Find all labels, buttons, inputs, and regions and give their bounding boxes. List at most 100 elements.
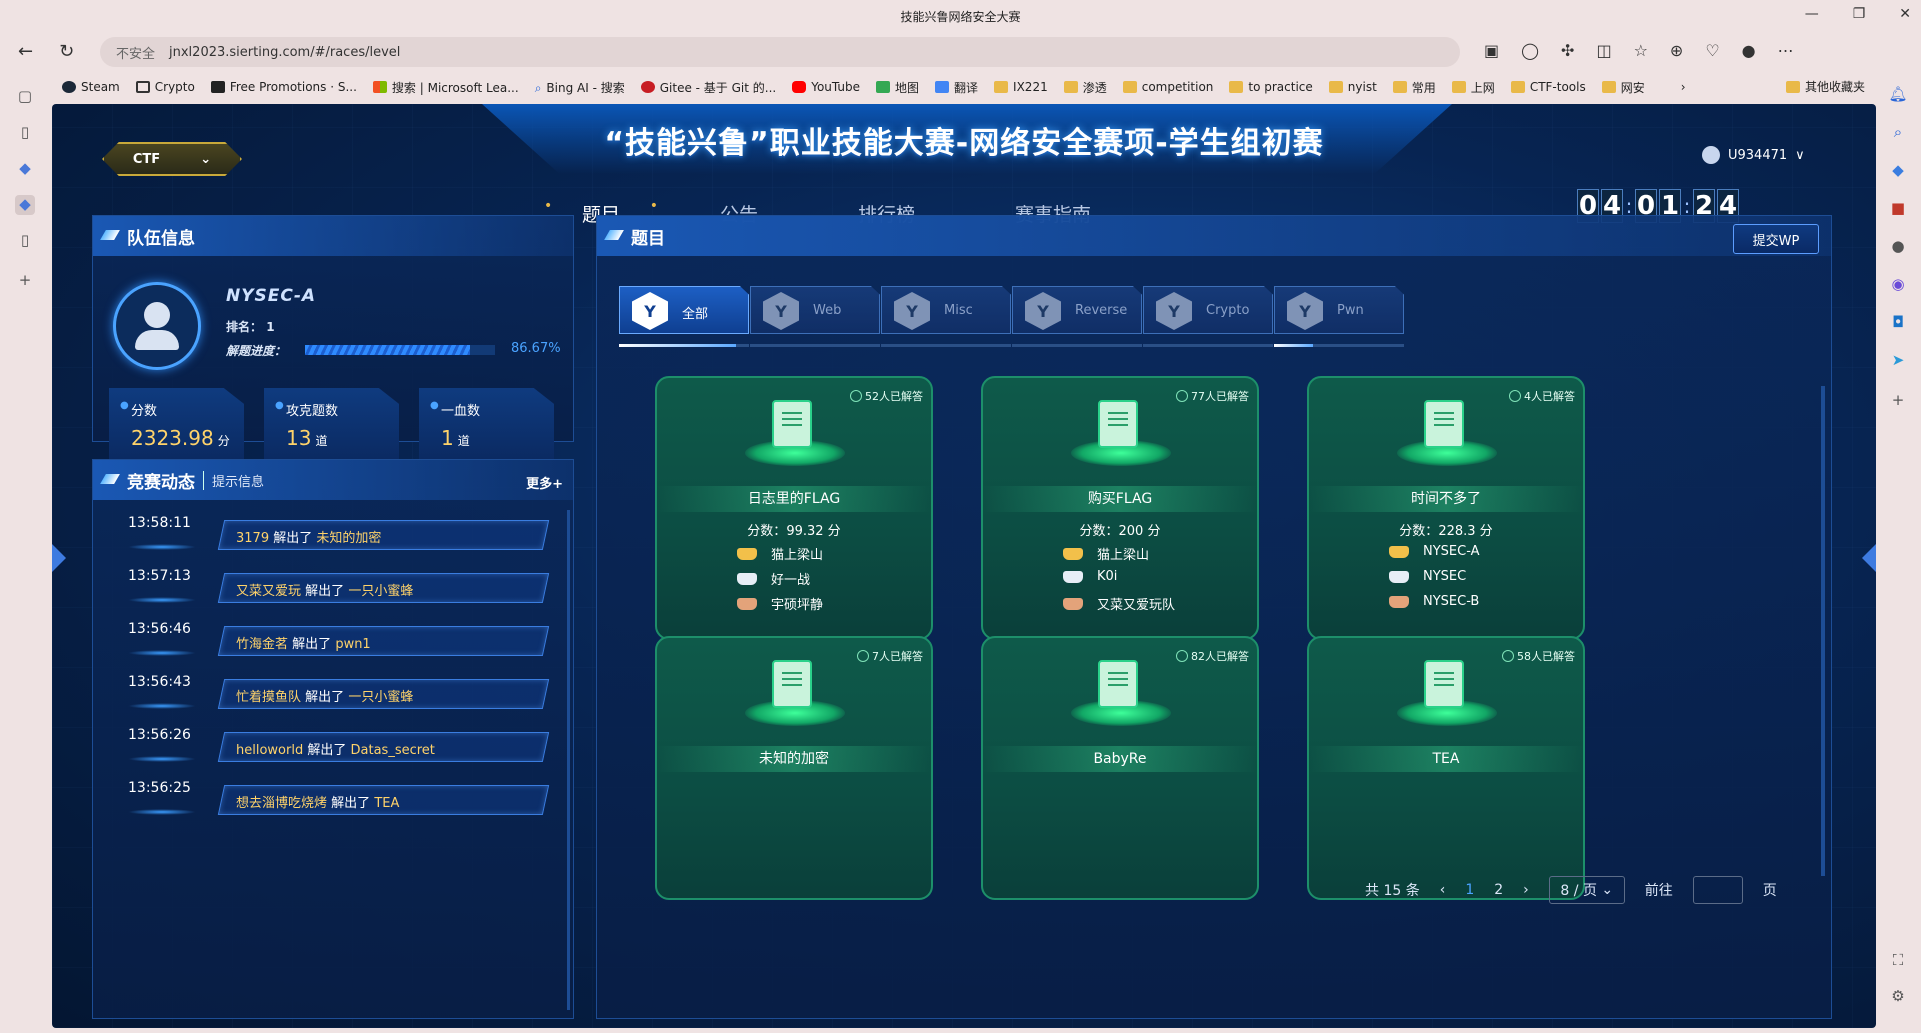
mode-dropdown[interactable]: CTF ⌄ [102, 142, 242, 176]
people-icon[interactable]: ● [1888, 237, 1908, 257]
url-text[interactable]: jnxl2023.sierting.com/#/races/level [169, 45, 400, 60]
other-bookmarks[interactable]: 其他收藏夹 [1785, 78, 1865, 95]
next-page-icon[interactable]: › [1523, 882, 1529, 898]
favorites-icon[interactable]: ☆ [1634, 41, 1648, 60]
category-tab-pwn[interactable]: Y Pwn [1274, 286, 1404, 334]
bookmark-folder[interactable]: 常用 [1392, 79, 1436, 96]
bookmark-item[interactable]: Gitee - 基于 Git 的... [640, 79, 776, 96]
chevron-right-icon[interactable]: › [1681, 80, 1686, 94]
tag-icon[interactable]: ◆ [1888, 161, 1908, 181]
more-link[interactable]: 更多+ [526, 473, 563, 492]
question-card[interactable]: 4人已解答 时间不多了 分数：228.3 分 NYSEC-A NYSEC NYSEC-B [1307, 376, 1585, 640]
toolbox-icon[interactable]: ■ [1888, 199, 1908, 219]
silver-crown-icon [1063, 570, 1083, 583]
split-screen-icon[interactable]: ◫ [1596, 41, 1611, 60]
right-arrow-icon[interactable] [1862, 544, 1876, 572]
category-tab-crypto[interactable]: Y Crypto [1143, 286, 1273, 334]
question-card[interactable]: 58人已解答 TEA [1307, 636, 1585, 900]
restore-icon[interactable]: ❐ [1853, 6, 1866, 22]
bookmark-item[interactable]: Crypto [135, 80, 195, 94]
bookmark-item[interactable]: 搜索 | Microsoft Lea... [372, 79, 519, 96]
category-tab-全部[interactable]: Y 全部 [619, 286, 749, 334]
bookmark-item[interactable]: YouTube [792, 80, 860, 94]
folder-icon [1601, 81, 1616, 93]
question-card[interactable]: 77人已解答 购买FLAG 分数：200 分猫上梁山 K0i 又菜又爱玩队 [981, 376, 1259, 640]
folder-icon [1785, 80, 1800, 93]
page-1[interactable]: 1 [1465, 882, 1474, 898]
address-bar[interactable]: 不安全 jnxl2023.sierting.com/#/races/level [100, 37, 1460, 67]
site-tab-active-icon[interactable]: ◆ [15, 195, 35, 215]
feed-team: 3179 [236, 531, 270, 546]
question-card[interactable]: 82人已解答 BabyRe [981, 636, 1259, 900]
user-menu[interactable]: U934471 ∨ [1702, 146, 1805, 164]
profile-icon[interactable]: ● [1742, 41, 1756, 60]
bookmark-item[interactable]: 翻译 [935, 79, 978, 96]
reload-icon[interactable]: ↻ [59, 41, 74, 62]
bookmark-folder[interactable]: CTF-tools [1510, 80, 1586, 94]
minimize-icon[interactable]: — [1805, 6, 1819, 22]
bookmark-item[interactable]: ⌕ Bing AI - 搜索 [535, 79, 625, 96]
question-score: 分数：200 分 [983, 520, 1257, 539]
solved-icon [1502, 650, 1514, 662]
dynamics-subtitle[interactable]: 提示信息 [203, 470, 264, 490]
bookmark-folder[interactable]: IX221 [994, 80, 1048, 94]
copilot-icon[interactable]: ◉ [1888, 275, 1908, 295]
close-icon[interactable]: ✕ [1899, 6, 1911, 22]
bookmark-item[interactable]: Steam [62, 80, 120, 94]
category-hex-icon: Y [1287, 292, 1323, 330]
insecure-label[interactable]: 不安全 [116, 43, 155, 62]
back-icon[interactable]: ← [18, 41, 33, 62]
question-card[interactable]: 52人已解答 日志里的FLAG 分数：99.32 分猫上梁山 好一战 宇硕坪静 [655, 376, 933, 640]
header-mark-icon [100, 230, 120, 240]
prev-page-icon[interactable]: ‹ [1440, 882, 1446, 898]
collections-icon[interactable]: ⊕ [1670, 41, 1683, 60]
bookmark-folder[interactable]: 渗透 [1063, 79, 1107, 96]
bookmark-folder[interactable]: nyist [1328, 80, 1377, 94]
add-icon[interactable]: + [15, 271, 35, 291]
document-icon[interactable]: ▯ [15, 231, 35, 251]
scrollbar[interactable] [567, 510, 570, 1010]
tabs-icon[interactable]: ▢ [15, 87, 35, 107]
outlook-icon[interactable]: ◘ [1888, 313, 1908, 333]
send-icon[interactable]: ➤ [1888, 351, 1908, 371]
page-2[interactable]: 2 [1494, 882, 1503, 898]
bookmark-folder[interactable]: 上网 [1451, 79, 1495, 96]
category-tab-misc[interactable]: Y Misc [881, 286, 1011, 334]
search-icon[interactable]: ⌕ [1888, 123, 1908, 143]
bookmark-item[interactable]: Free Promotions · S... [210, 80, 357, 94]
feed-solved-word: 解出了 [273, 531, 313, 546]
folder-icon [1328, 81, 1343, 93]
scrollbar[interactable] [1821, 386, 1825, 876]
circle-icon[interactable]: ◯ [1521, 41, 1539, 60]
settings-icon[interactable]: ⚙ [1888, 987, 1908, 1007]
feed-task: 一只小蜜蜂 [348, 584, 414, 599]
folder-icon [1451, 81, 1466, 93]
more-icon[interactable]: ⋯ [1778, 41, 1794, 60]
site-tab-icon[interactable]: ◆ [15, 159, 35, 179]
add-icon[interactable]: + [1888, 391, 1908, 411]
folder-icon [1229, 81, 1244, 93]
feed-text: 竹海金茗 解出了 pwn1 [236, 633, 371, 652]
avatar-person-icon [135, 302, 179, 350]
bookmark-item[interactable]: 地图 [876, 79, 919, 96]
bookmark-folder[interactable]: to practice [1229, 80, 1313, 94]
bookmarks-bar: Steam Crypto Free Promotions · S... 搜索 |… [0, 71, 1921, 103]
page-icon[interactable]: ▯ [15, 123, 35, 143]
page-size-select[interactable]: 8 / 页 ⌄ [1548, 876, 1625, 904]
feed-task: pwn1 [335, 637, 371, 652]
bell-icon[interactable]: 🔔︎ [1888, 85, 1908, 105]
left-arrow-icon[interactable] [52, 544, 66, 572]
question-card[interactable]: 7人已解答 未知的加密 [655, 636, 933, 900]
category-tab-reverse[interactable]: Y Reverse [1012, 286, 1142, 334]
screenshot-icon[interactable]: ⛶ [1888, 951, 1908, 971]
category-tab-web[interactable]: Y Web [750, 286, 880, 334]
page-word: 页 [1762, 883, 1777, 899]
performance-icon[interactable]: ♡ [1705, 41, 1719, 60]
extension-icon[interactable]: ▣ [1484, 41, 1499, 60]
goto-page-input[interactable] [1692, 876, 1743, 904]
puzzle-icon[interactable]: ✣ [1561, 41, 1574, 60]
submit-wp-button[interactable]: 提交WP [1733, 224, 1819, 254]
bookmark-folder[interactable]: competition [1122, 80, 1213, 94]
bookmark-folder[interactable]: 网安 [1601, 79, 1645, 96]
solved-text: 7人已解答 [872, 650, 923, 663]
